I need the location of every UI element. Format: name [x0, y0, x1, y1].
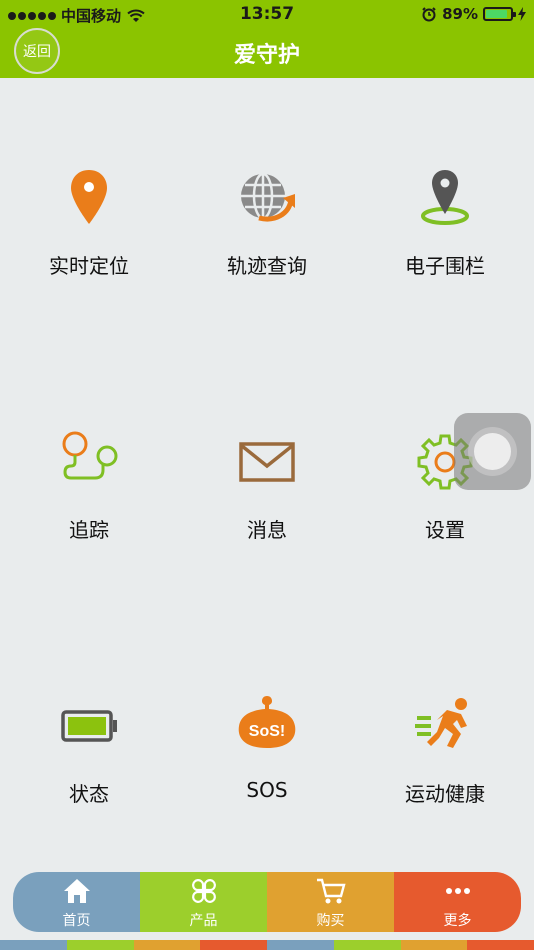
mail-icon — [239, 442, 295, 482]
tracking-icon — [62, 431, 118, 480]
tile-label: SOS — [246, 778, 288, 802]
tile-sports-health[interactable]: 运动健康 — [356, 606, 534, 870]
tile-track-query[interactable]: 轨迹查询 — [178, 78, 356, 342]
clover-icon — [191, 879, 216, 903]
location-pin-icon — [71, 170, 107, 224]
tile-tracking[interactable]: 追踪 — [0, 342, 178, 606]
cart-icon — [316, 878, 346, 904]
battery-percent: 89% — [442, 5, 478, 23]
bottom-nav: 首页 产品 购买 更多 — [13, 872, 521, 932]
page-title: 爱守护 — [233, 43, 300, 68]
tile-label: 设置 — [425, 518, 465, 542]
tile-label: 消息 — [247, 518, 287, 542]
nav-more[interactable]: 更多 — [394, 872, 521, 932]
tile-geofence[interactable]: 电子围栏 — [356, 78, 534, 342]
assistive-touch-button[interactable] — [454, 413, 531, 490]
alarm-icon — [422, 7, 436, 22]
tile-label: 电子围栏 — [405, 254, 485, 278]
bottom-color-strip — [0, 940, 534, 950]
tile-label: 状态 — [69, 782, 109, 806]
globe-arrow-icon — [241, 172, 295, 222]
sos-icon: SoS! — [238, 696, 296, 748]
home-icon — [63, 879, 90, 903]
battery-icon — [61, 710, 117, 742]
nav-home[interactable]: 首页 — [13, 872, 140, 932]
nav-label: 产品 — [189, 913, 218, 929]
tile-realtime-location[interactable]: 实时定位 — [0, 78, 178, 342]
geofence-icon — [421, 170, 469, 225]
tile-status[interactable]: 状态 — [0, 606, 178, 870]
tile-label: 实时定位 — [49, 254, 129, 278]
nav-label: 首页 — [62, 913, 91, 929]
tile-label: 运动健康 — [405, 782, 485, 806]
svg-text:SoS!: SoS! — [249, 723, 285, 740]
status-right: 89% — [421, 5, 526, 23]
battery-status-icon — [483, 7, 516, 21]
tile-label: 轨迹查询 — [227, 254, 307, 278]
tile-label: 追踪 — [69, 518, 109, 542]
nav-buy[interactable]: 购买 — [267, 872, 394, 932]
tile-messages[interactable]: 消息 — [178, 342, 356, 606]
nav-label: 购买 — [316, 913, 345, 929]
tile-sos[interactable]: SoS! SOS — [178, 606, 356, 870]
more-icon — [445, 888, 470, 894]
nav-label: 更多 — [443, 913, 472, 929]
charging-bolt-icon — [518, 7, 526, 21]
status-bar: 中国移动 13:57 89% — [0, 0, 534, 28]
nav-products[interactable]: 产品 — [140, 872, 267, 932]
running-icon — [415, 698, 467, 748]
header-bar: 中国移动 13:57 89% 返回 爱守护 — [0, 0, 534, 78]
